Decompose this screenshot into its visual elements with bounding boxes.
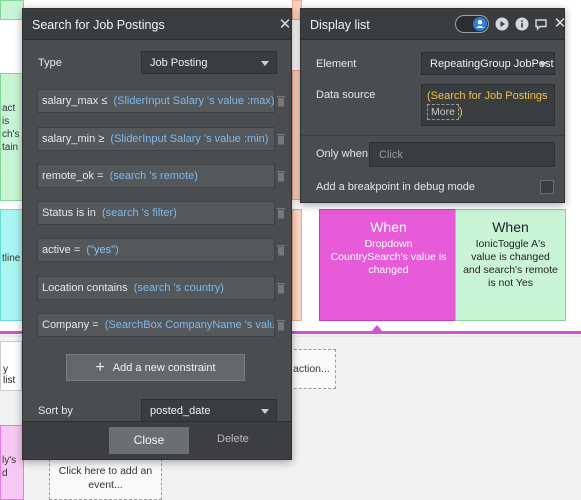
data-source-label: Data source — [316, 89, 376, 101]
constraint-row-remote-ok[interactable]: remote_ok = (search 's remote) — [37, 164, 275, 188]
constraint-operator: ≥ — [98, 133, 105, 145]
ds-search-expression[interactable]: Search for Job Postings — [431, 90, 548, 102]
constraint-field: Company — [42, 319, 90, 331]
ds-close-paren: ) — [458, 106, 463, 118]
workflow-selection-caret — [371, 325, 383, 332]
constraint-value[interactable]: search 's filter — [106, 207, 174, 219]
display-list-panel: Display list Element RepeatingGroup JobP… — [300, 8, 565, 203]
constraint-row-status[interactable]: Status is in (search 's filter) — [37, 201, 275, 225]
bg-tile-peach-low[interactable] — [292, 209, 302, 321]
trash-icon[interactable] — [276, 133, 286, 145]
breakpoint-label: Add a breakpoint in debug mode — [316, 181, 476, 193]
left-stub-text: y list — [3, 364, 16, 386]
toggle-knob — [473, 17, 487, 31]
add-constraint-label: Add a new constraint — [112, 362, 216, 374]
constraint-value[interactable]: search 's country — [137, 282, 220, 294]
type-label: Type — [38, 57, 62, 69]
trash-icon[interactable] — [276, 319, 286, 331]
only-when-label: Only when — [316, 148, 368, 160]
element-label: Element — [316, 58, 357, 70]
bg-tile-left-1[interactable]: act is ch's tain — [0, 73, 24, 201]
element-value: RepeatingGroup JobPostings — [430, 58, 555, 70]
search-panel: Search for Job Postings Type Job Posting… — [22, 8, 292, 460]
constraint-operator: = — [73, 244, 81, 256]
trash-icon[interactable] — [276, 282, 286, 294]
constraint-field: Status — [42, 207, 74, 219]
constraint-value[interactable]: "yes" — [90, 244, 115, 256]
constraint-value[interactable]: search 's remote — [113, 170, 194, 182]
constraint-row-salary-max[interactable]: salary_max ≤ (SliderInput Salary 's valu… — [37, 89, 275, 113]
trash-icon[interactable] — [276, 170, 286, 182]
bg-tile-left-1-text: act is ch's tain — [2, 103, 20, 153]
add-constraint-button[interactable]: + Add a new constraint — [66, 354, 245, 381]
constraint-value[interactable]: SearchBox CompanyName 's value — [108, 319, 274, 331]
when-pink-body: Dropdown CountrySearch's value is change… — [330, 238, 447, 276]
bg-spacer — [292, 209, 294, 211]
sort-by-dropdown[interactable]: posted_date — [141, 399, 277, 422]
only-when-field[interactable]: Click — [369, 142, 555, 167]
type-dropdown[interactable]: Job Posting — [141, 51, 277, 74]
when-green-body: IonicToggle A's value is changed and sea… — [463, 238, 558, 289]
search-panel-close-icon[interactable]: ✕ — [278, 17, 292, 32]
constraint-operator: is in — [76, 207, 96, 219]
bg-tile-left-2[interactable]: tline — [0, 209, 24, 321]
only-when-placeholder: Click — [379, 149, 403, 161]
bg-action-stub-left[interactable]: y list — [0, 341, 22, 391]
display-list-title: Display list — [310, 18, 370, 32]
constraint-field: salary_max — [42, 95, 99, 107]
chevron-down-icon — [539, 62, 547, 67]
constraint-operator: = — [97, 170, 104, 182]
constraint-operator: = — [92, 319, 99, 331]
search-panel-footer: Close Delete — [23, 421, 291, 459]
constraint-row-company[interactable]: Company = (SearchBox CompanyName 's valu… — [37, 313, 275, 337]
sort-by-value: posted_date — [150, 405, 211, 417]
constraint-field: Location — [42, 282, 84, 294]
chevron-down-icon — [261, 61, 269, 66]
divider — [301, 135, 564, 136]
element-dropdown[interactable]: RepeatingGroup JobPostings — [421, 52, 555, 75]
delete-button[interactable]: Delete — [217, 433, 249, 445]
constraint-operator: ≤ — [101, 95, 108, 107]
bg-tile-pink-bottom[interactable]: ly's d — [0, 425, 24, 500]
constraint-field: remote_ok — [42, 170, 94, 182]
sort-by-label: Sort by — [38, 405, 73, 417]
close-button[interactable]: Close — [109, 427, 189, 454]
bg-tile-left-2-text: tline — [2, 253, 21, 264]
user-icon — [476, 20, 484, 28]
plus-icon: + — [95, 359, 105, 376]
trash-icon[interactable] — [276, 244, 286, 256]
action-stub-text: action... — [293, 363, 330, 375]
info-icon[interactable] — [515, 17, 529, 31]
search-panel-header: Search for Job Postings — [23, 9, 291, 40]
chevron-down-icon — [261, 409, 269, 414]
bg-tile-pink-bottom-text: ly's d — [2, 455, 17, 479]
play-icon[interactable] — [495, 17, 509, 31]
constraint-value[interactable]: SliderInput Salary 's value :min — [114, 133, 265, 145]
comment-icon[interactable] — [534, 17, 548, 31]
constraint-field: active — [42, 244, 71, 256]
search-panel-title: Search for Job Postings — [32, 18, 165, 32]
breakpoint-checkbox[interactable] — [540, 180, 554, 194]
constraint-row-salary-min[interactable]: salary_min ≥ (SliderInput Salary 's valu… — [37, 127, 275, 151]
constraint-operator: contains — [86, 282, 128, 294]
workflow-event-dropdown-changed[interactable]: When Dropdown CountrySearch's value is c… — [319, 209, 458, 321]
when-green-title: When — [492, 219, 529, 235]
constraint-row-location[interactable]: Location contains (search 's country) — [37, 276, 275, 300]
ds-more-button[interactable]: More — [427, 104, 459, 120]
data-source-expression[interactable]: (Search for Job Postings More) — [421, 84, 555, 126]
constraint-value[interactable]: SliderInput Salary 's value :max — [117, 95, 271, 107]
trash-icon[interactable] — [276, 95, 286, 107]
display-list-close-icon[interactable]: ✕ — [553, 16, 567, 31]
add-event-text: Click here to add an event... — [58, 465, 153, 491]
element-toggle[interactable] — [455, 15, 489, 33]
when-pink-title: When — [370, 219, 407, 235]
constraint-field: salary_min — [42, 133, 96, 145]
trash-icon[interactable] — [276, 207, 286, 219]
bg-tile-green-top[interactable] — [0, 0, 24, 20]
constraint-row-active[interactable]: active = ("yes") — [37, 238, 275, 262]
type-value: Job Posting — [150, 57, 208, 69]
workflow-event-toggle-changed[interactable]: When IonicToggle A's value is changed an… — [455, 209, 566, 321]
